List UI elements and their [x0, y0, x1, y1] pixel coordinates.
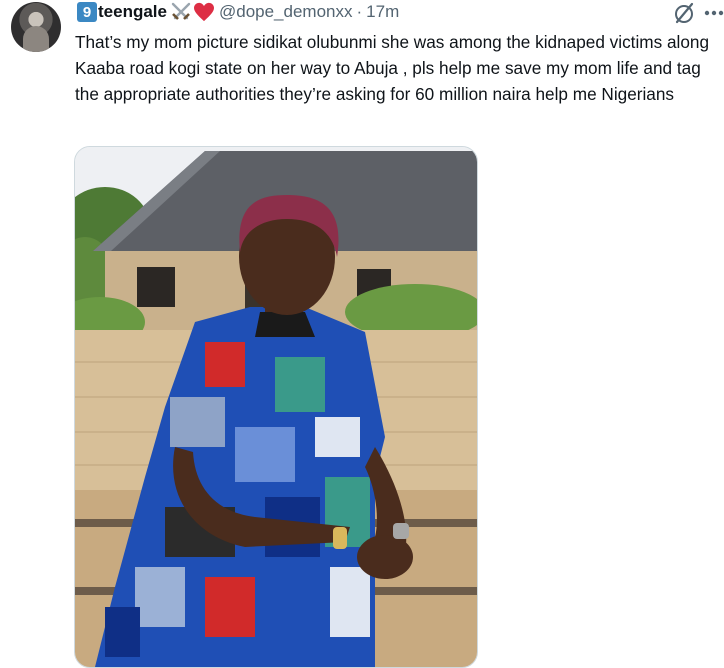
more-dots-icon[interactable] — [704, 10, 724, 16]
tweet-photo[interactable] — [74, 146, 478, 668]
timestamp[interactable]: 17m — [366, 2, 399, 22]
tweet-text: That’s my mom picture sidikat olubunmi s… — [75, 32, 714, 104]
photo-woman-in-patchwork-dress — [75, 147, 477, 667]
red-heart-icon — [193, 2, 214, 22]
author-display-name[interactable]: teengale — [98, 2, 167, 22]
tweet-header: 9 teengale @dope_demonxx · 17m — [77, 0, 399, 24]
grok-slash-circle-icon[interactable] — [672, 1, 696, 25]
avatar[interactable] — [11, 2, 61, 52]
keycap-number-badge: 9 — [77, 2, 97, 22]
crossed-swords-icon — [171, 2, 191, 20]
author-handle[interactable]: @dope_demonxx — [219, 2, 353, 22]
separator-dot: · — [356, 2, 363, 21]
